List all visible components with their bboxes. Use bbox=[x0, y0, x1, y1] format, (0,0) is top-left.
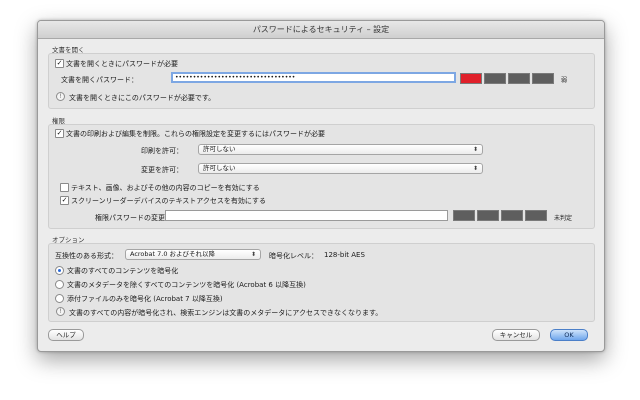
encrypt-except-metadata-label: 文書のメタデータを除くすべてのコンテンツを暗号化 (Acrobat 6 以降互換… bbox=[67, 281, 306, 289]
encrypt-all-radio[interactable] bbox=[55, 266, 64, 275]
open-password-strength-label: 弱 bbox=[561, 77, 568, 84]
encryption-note: 文書のすべての内容が暗号化され、検索エンジンは文書のメタデータにアクセスできなく… bbox=[69, 309, 383, 317]
encryption-level-label: 暗号化レベル： bbox=[269, 252, 318, 260]
open-password-field[interactable]: •••••••••••••••••••••••••••••••••• bbox=[171, 72, 456, 83]
strength-segment bbox=[453, 210, 475, 221]
print-allowed-value: 許可しない bbox=[203, 145, 236, 153]
restrict-editing-label: 文書の印刷および編集を制限。これらの権限設定を変更するにはパスワードが必要 bbox=[66, 130, 325, 138]
open-password-label: 文書を開くパスワード： bbox=[61, 76, 138, 84]
security-settings-dialog: パスワードによるセキュリティ – 設定 文書を開く ✓ 文書を開くときにパスワー… bbox=[37, 20, 605, 352]
options-section-box: 互換性のある形式： Acrobat 7.0 およびそれ以降 ⬍ 暗号化レベル： … bbox=[48, 243, 595, 322]
strength-segment bbox=[484, 73, 506, 84]
permissions-password-strength-meter bbox=[453, 210, 549, 221]
updown-arrows-icon: ⬍ bbox=[472, 146, 478, 153]
print-allowed-select[interactable]: 許可しない ⬍ bbox=[198, 144, 483, 155]
enable-copy-label: テキスト、画像、およびその他の内容のコピーを有効にする bbox=[71, 184, 260, 192]
cancel-button[interactable]: キャンセル bbox=[492, 329, 540, 341]
permissions-section-box: ✓ 文書の印刷および編集を制限。これらの権限設定を変更するにはパスワードが必要 … bbox=[48, 124, 595, 229]
help-button[interactable]: ヘルプ bbox=[48, 329, 84, 341]
updown-arrows-icon: ⬍ bbox=[250, 251, 256, 258]
enable-copy-checkbox[interactable] bbox=[60, 183, 69, 192]
open-password-strength-meter bbox=[460, 73, 556, 84]
require-open-password-label: 文書を開くときにパスワードが必要 bbox=[66, 60, 178, 68]
info-icon: ! bbox=[56, 92, 65, 101]
encryption-level-value: 128-bit AES bbox=[324, 251, 365, 259]
encrypt-attachments-radio[interactable] bbox=[55, 294, 64, 303]
dialog-title: パスワードによるセキュリティ – 設定 bbox=[38, 21, 604, 39]
encrypt-all-label: 文書のすべてのコンテンツを暗号化 bbox=[67, 267, 179, 275]
open-section-box: ✓ 文書を開くときにパスワードが必要 文書を開くパスワード： •••••••••… bbox=[48, 53, 595, 109]
strength-segment bbox=[460, 73, 482, 84]
change-allowed-select[interactable]: 許可しない ⬍ bbox=[198, 163, 483, 174]
updown-arrows-icon: ⬍ bbox=[472, 165, 478, 172]
strength-segment bbox=[501, 210, 523, 221]
strength-segment bbox=[525, 210, 547, 221]
encrypt-attachments-label: 添付ファイルのみを暗号化 (Acrobat 7 以降互換) bbox=[67, 295, 223, 303]
screenreader-access-checkbox[interactable]: ✓ bbox=[60, 196, 69, 205]
permissions-password-label: 権限パスワードの変更： bbox=[95, 214, 172, 222]
change-allowed-label: 変更を許可： bbox=[141, 166, 183, 174]
permissions-password-strength-label: 未判定 bbox=[554, 215, 573, 222]
strength-segment bbox=[532, 73, 554, 84]
compat-format-value: Acrobat 7.0 およびそれ以降 bbox=[130, 250, 216, 258]
info-icon: ! bbox=[56, 307, 65, 316]
compat-format-select[interactable]: Acrobat 7.0 およびそれ以降 ⬍ bbox=[125, 249, 261, 260]
require-open-password-checkbox[interactable]: ✓ bbox=[55, 59, 64, 68]
screenreader-access-label: スクリーンリーダーデバイスのテキストアクセスを有効にする bbox=[71, 197, 266, 205]
compat-format-label: 互換性のある形式： bbox=[55, 252, 118, 260]
change-allowed-value: 許可しない bbox=[203, 164, 236, 172]
restrict-editing-checkbox[interactable]: ✓ bbox=[55, 129, 64, 138]
strength-segment bbox=[477, 210, 499, 221]
ok-button[interactable]: OK bbox=[550, 329, 588, 341]
open-password-note: 文書を開くときにこのパスワードが必要です。 bbox=[69, 94, 216, 102]
strength-segment bbox=[508, 73, 530, 84]
encrypt-except-metadata-radio[interactable] bbox=[55, 280, 64, 289]
print-allowed-label: 印刷を許可： bbox=[141, 147, 183, 155]
permissions-password-field[interactable] bbox=[165, 210, 448, 221]
